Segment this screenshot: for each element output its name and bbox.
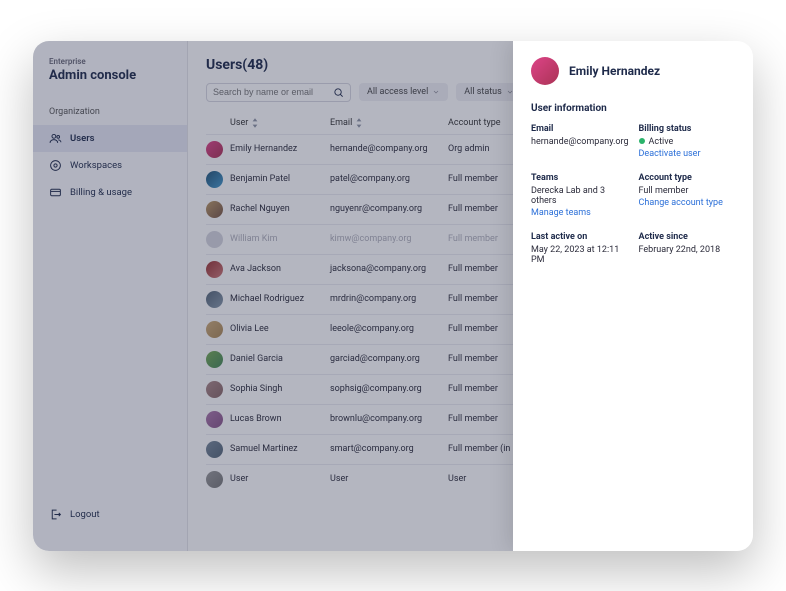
avatar [206, 171, 223, 188]
sidebar-section: Organization [33, 97, 187, 125]
cell-email: jacksona@company.org [330, 264, 448, 274]
field-last-active: Last active on May 22, 2023 at 12:11 PM [531, 232, 629, 265]
sidebar: Enterprise Admin console Organization Us… [33, 41, 188, 551]
col-header-email[interactable]: Email [330, 118, 448, 128]
field-value: Derecka Lab and 3 others [531, 186, 629, 206]
billing-icon [49, 186, 62, 199]
cell-user: Samuel Martinez [230, 444, 330, 454]
field-value: Active [639, 137, 735, 147]
console-title: Admin console [33, 66, 187, 97]
avatar [206, 231, 223, 248]
cell-email: kimw@company.org [330, 234, 448, 244]
cell-user: William Kim [230, 234, 330, 244]
sidebar-item-billing[interactable]: Billing & usage [33, 179, 187, 206]
cell-email: mrdrin@company.org [330, 294, 448, 304]
cell-user: Michael Rodriguez [230, 294, 330, 304]
field-value: May 22, 2023 at 12:11 PM [531, 245, 629, 265]
workspaces-icon [49, 159, 62, 172]
deactivate-user-link[interactable]: Deactivate user [639, 149, 701, 159]
cell-email: nguyenr@company.org [330, 204, 448, 214]
field-label: Active since [639, 232, 735, 242]
cell-user: Rachel Nguyen [230, 204, 330, 214]
chevron-down-icon [432, 88, 440, 96]
field-account-type: Account type Full member Change account … [639, 173, 735, 218]
field-billing-status: Billing status Active Deactivate user [639, 124, 735, 159]
cell-user: Lucas Brown [230, 414, 330, 424]
manage-teams-link[interactable]: Manage teams [531, 208, 591, 218]
avatar [206, 141, 223, 158]
cell-user: User [230, 474, 330, 484]
panel-section-title: User information [531, 103, 735, 114]
panel-user-name: Emily Hernandez [569, 64, 660, 78]
avatar [206, 471, 223, 488]
panel-header: Emily Hernandez [531, 57, 735, 85]
sidebar-item-label: Workspaces [70, 160, 122, 171]
field-label: Last active on [531, 232, 629, 242]
sidebar-item-users[interactable]: Users [33, 125, 187, 152]
filter-label: All status [464, 87, 502, 97]
filter-access-level[interactable]: All access level [359, 83, 448, 101]
cell-email: brownlu@company.org [330, 414, 448, 424]
cell-email: hernande@company.org [330, 144, 448, 154]
cell-email: smart@company.org [330, 444, 448, 454]
status-dot-icon [639, 138, 645, 144]
field-teams: Teams Derecka Lab and 3 others Manage te… [531, 173, 629, 218]
search-input[interactable] [213, 87, 333, 97]
cell-email: leeole@company.org [330, 324, 448, 334]
avatar [206, 411, 223, 428]
cell-email: garciad@company.org [330, 354, 448, 364]
cell-user: Benjamin Patel [230, 174, 330, 184]
users-icon [49, 132, 62, 145]
cell-user: Sophia Singh [230, 384, 330, 394]
filter-status[interactable]: All status [456, 83, 522, 101]
logout-button[interactable]: Logout [33, 501, 187, 535]
avatar [206, 261, 223, 278]
avatar [206, 381, 223, 398]
sort-icon [355, 118, 363, 128]
enterprise-label: Enterprise [33, 57, 187, 66]
user-detail-panel: Emily Hernandez User information Email h… [513, 41, 753, 551]
cell-email: User [330, 474, 448, 484]
filter-label: All access level [367, 87, 428, 97]
avatar [206, 351, 223, 368]
info-grid: Email hernande@company.org Billing statu… [531, 124, 735, 265]
field-value: hernande@company.org [531, 137, 629, 147]
logout-label: Logout [70, 509, 100, 520]
field-label: Account type [639, 173, 735, 183]
cell-user: Ava Jackson [230, 264, 330, 274]
cell-email: sophsig@company.org [330, 384, 448, 394]
avatar [206, 201, 223, 218]
sidebar-item-workspaces[interactable]: Workspaces [33, 152, 187, 179]
sidebar-item-label: Users [70, 133, 95, 144]
cell-email: patel@company.org [330, 174, 448, 184]
field-label: Billing status [639, 124, 735, 134]
avatar [206, 321, 223, 338]
avatar [206, 441, 223, 458]
field-active-since: Active since February 22nd, 2018 [639, 232, 735, 265]
cell-user: Olivia Lee [230, 324, 330, 334]
cell-user: Emily Hernandez [230, 144, 330, 154]
col-header-user[interactable]: User [230, 118, 330, 128]
avatar [531, 57, 559, 85]
app-window: Enterprise Admin console Organization Us… [33, 41, 753, 551]
field-value: February 22nd, 2018 [639, 245, 735, 255]
sort-icon [251, 118, 259, 128]
search-input-wrap[interactable] [206, 83, 351, 102]
cell-user: Daniel Garcia [230, 354, 330, 364]
avatar [206, 291, 223, 308]
logout-icon [49, 508, 62, 521]
field-label: Teams [531, 173, 629, 183]
change-account-type-link[interactable]: Change account type [639, 198, 723, 208]
field-value: Full member [639, 186, 735, 196]
sidebar-item-label: Billing & usage [70, 187, 132, 198]
field-email: Email hernande@company.org [531, 124, 629, 159]
field-label: Email [531, 124, 629, 134]
search-icon [333, 87, 344, 98]
